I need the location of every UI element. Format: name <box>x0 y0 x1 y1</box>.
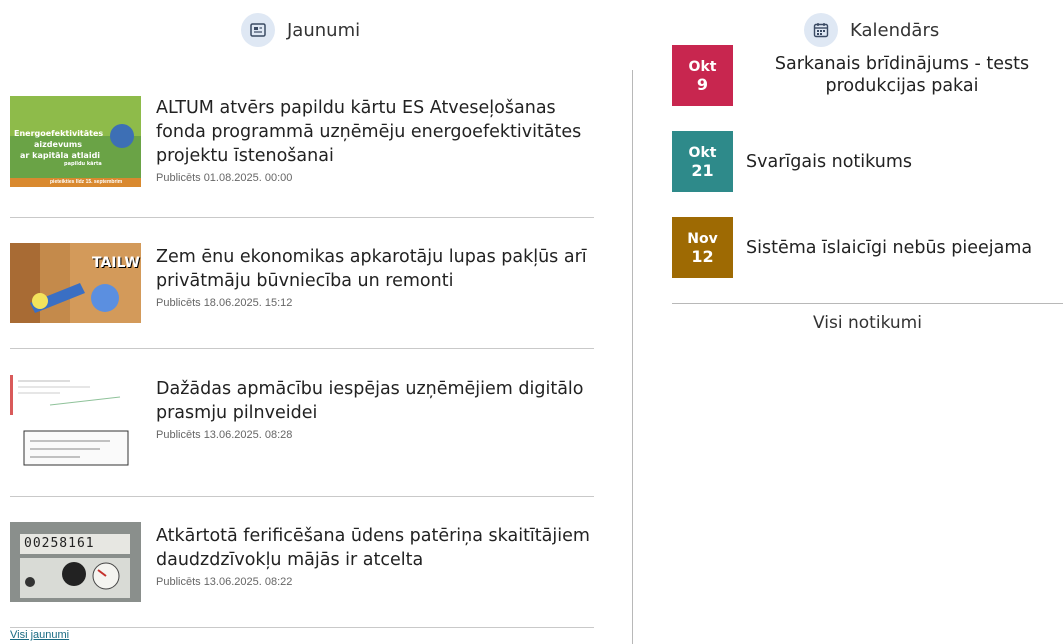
news-section-header: Jaunumi <box>241 13 360 47</box>
event-title[interactable]: Sarkanais brīdinājums - tests produkcija… <box>752 53 1052 97</box>
news-heading: Jaunumi <box>287 19 361 41</box>
news-thumbnail[interactable] <box>10 375 141 466</box>
news-thumbnail[interactable]: TAILWIND <box>10 243 141 323</box>
news-title[interactable]: Zem ēnu ekonomikas apkarotāju lupas pakļ… <box>156 245 596 293</box>
all-news-link[interactable]: Visi jaunumi <box>10 629 69 641</box>
event-month: Okt <box>688 144 717 161</box>
thumb-text: 00258161 <box>24 536 95 551</box>
divider <box>10 217 594 218</box>
event-title[interactable]: Sistēma īslaicīgi nebūs pieejama <box>746 237 1032 259</box>
calendar-section-header: Kalendārs <box>804 13 939 47</box>
divider <box>10 496 594 497</box>
thumb-text: aizdevums <box>34 140 82 149</box>
all-events-link[interactable]: Visi notikumi <box>672 313 1063 333</box>
thumb-text: TAILWIND <box>92 255 141 271</box>
divider <box>10 348 594 349</box>
calendar-event[interactable]: Nov 12 Sistēma īslaicīgi nebūs pieejama <box>672 217 1063 278</box>
news-date: Publicēts 13.06.2025. 08:28 <box>156 429 293 441</box>
divider <box>672 303 1063 304</box>
column-divider <box>632 70 633 644</box>
event-date-badge: Nov 12 <box>672 217 733 278</box>
calendar-event[interactable]: Okt 9 Sarkanais brīdinājums - tests prod… <box>672 45 1063 106</box>
calendar-icon <box>804 13 838 47</box>
event-date-badge: Okt 9 <box>672 45 733 106</box>
news-date: Publicēts 18.06.2025. 15:12 <box>156 297 293 309</box>
thumb-text: ar kapitāla atlaidi <box>20 151 101 160</box>
news-thumbnail[interactable]: Energoefektivitātes aizdevums ar kapitāl… <box>10 96 141 187</box>
event-month: Okt <box>688 58 717 75</box>
event-day: 12 <box>691 246 714 266</box>
event-day: 9 <box>696 74 709 94</box>
event-title[interactable]: Svarīgais notikums <box>746 151 912 173</box>
event-month: Nov <box>687 230 718 247</box>
divider <box>10 627 594 628</box>
news-date: Publicēts 13.06.2025. 08:22 <box>156 576 293 588</box>
calendar-heading: Kalendārs <box>850 19 940 41</box>
newspaper-icon <box>241 13 275 47</box>
news-title[interactable]: Dažādas apmācību iespējas uzņēmējiem dig… <box>156 377 596 425</box>
news-date: Publicēts 01.08.2025. 00:00 <box>156 172 293 184</box>
news-thumbnail[interactable]: 00258161 <box>10 522 141 602</box>
event-date-badge: Okt 21 <box>672 131 733 192</box>
thumb-text: Energoefektivitātes <box>14 129 104 138</box>
thumb-text: papildu kārta <box>64 161 102 167</box>
news-title[interactable]: Atkārtotā ferificēšana ūdens patēriņa sk… <box>156 524 596 572</box>
news-title[interactable]: ALTUM atvērs papildu kārtu ES Atveseļoša… <box>156 96 596 168</box>
calendar-event[interactable]: Okt 21 Svarīgais notikums <box>672 131 1063 192</box>
thumb-text: pieteikties līdz 15. septembrim <box>50 179 123 185</box>
event-day: 21 <box>691 160 714 180</box>
